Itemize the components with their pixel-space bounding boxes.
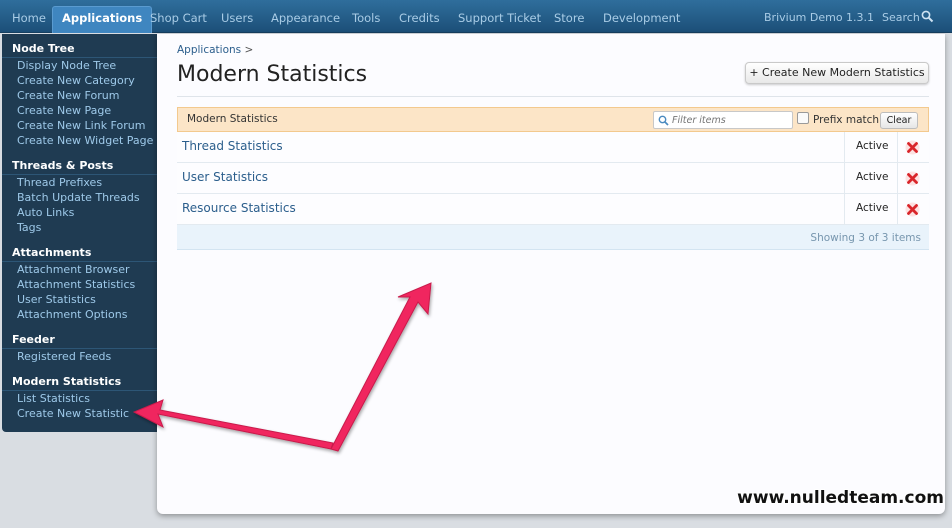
sidebar-link-registered-feeds[interactable]: Registered Feeds <box>2 349 158 364</box>
status-cell: Active <box>844 163 898 193</box>
sidebar-section-title: Attachments <box>2 245 158 262</box>
page-title: Modern Statistics <box>177 62 368 87</box>
nav-tab-applications[interactable]: Applications <box>52 6 153 33</box>
nav-tab-tools[interactable]: Tools <box>352 9 380 27</box>
delete-icon[interactable] <box>905 140 920 155</box>
title-divider <box>177 96 929 97</box>
nav-tab-shop-cart[interactable]: Shop Cart <box>150 9 207 27</box>
delete-icon[interactable] <box>905 171 920 186</box>
sidebar-section-threads-posts: Threads & Posts Thread Prefixes Batch Up… <box>2 158 158 235</box>
sidebar-link-attachment-browser[interactable]: Attachment Browser <box>2 262 158 277</box>
breadcrumb: Applications > <box>177 44 253 56</box>
sidebar-link-tags[interactable]: Tags <box>2 220 158 235</box>
sidebar-section-title: Node Tree <box>2 41 158 58</box>
statistics-list: Modern Statistics Prefix match Clear Thr… <box>177 107 929 250</box>
breadcrumb-applications[interactable]: Applications <box>177 44 241 56</box>
sidebar-link-auto-links[interactable]: Auto Links <box>2 205 158 220</box>
search-icon <box>658 115 669 126</box>
sidebar-link-create-new-category[interactable]: Create New Category <box>2 73 158 88</box>
sidebar-link-create-new-widget-page[interactable]: Create New Widget Page <box>2 133 158 148</box>
nav-tab-credits[interactable]: Credits <box>399 9 440 27</box>
sidebar-section-title: Feeder <box>2 332 158 349</box>
list-header-title: Modern Statistics <box>187 113 278 125</box>
delete-icon[interactable] <box>905 202 920 217</box>
list-item-resource-statistics[interactable]: Resource Statistics <box>182 201 296 215</box>
sidebar: Node Tree Display Node Tree Create New C… <box>2 34 158 432</box>
status-cell: Active <box>844 132 898 162</box>
sidebar-link-create-new-link-forum[interactable]: Create New Link Forum <box>2 118 158 133</box>
breadcrumb-separator: > <box>244 44 254 56</box>
sidebar-section-feeder: Feeder Registered Feeds <box>2 332 158 364</box>
sidebar-link-create-new-forum[interactable]: Create New Forum <box>2 88 158 103</box>
list-header: Modern Statistics Prefix match Clear <box>177 107 929 132</box>
sidebar-section-attachments: Attachments Attachment Browser Attachmen… <box>2 245 158 322</box>
list-item-thread-statistics[interactable]: Thread Statistics <box>182 139 283 153</box>
sidebar-section-node-tree: Node Tree Display Node Tree Create New C… <box>2 41 158 148</box>
sidebar-link-list-statistics[interactable]: List Statistics <box>2 391 158 406</box>
nav-tab-users[interactable]: Users <box>221 9 253 27</box>
content-panel: Applications > Modern Statistics + Creat… <box>157 34 945 514</box>
status-toggle[interactable]: Active <box>856 202 888 214</box>
nav-tab-home[interactable]: Home <box>12 9 46 27</box>
create-new-modern-statistics-button[interactable]: + Create New Modern Statistics <box>745 62 929 84</box>
top-navigation-bar: Home Applications Shop Cart Users Appear… <box>0 0 952 33</box>
nav-tab-appearance[interactable]: Appearance <box>271 9 340 27</box>
prefix-match-checkbox[interactable] <box>797 112 809 124</box>
status-toggle[interactable]: Active <box>856 140 888 152</box>
nav-tab-development[interactable]: Development <box>603 9 680 27</box>
sidebar-link-create-new-page[interactable]: Create New Page <box>2 103 158 118</box>
sidebar-section-modern-statistics: Modern Statistics List Statistics Create… <box>2 374 158 421</box>
nav-tab-support-ticket[interactable]: Support Ticket <box>458 9 541 27</box>
sidebar-link-batch-update-threads[interactable]: Batch Update Threads <box>2 190 158 205</box>
sidebar-link-user-statistics[interactable]: User Statistics <box>2 292 158 307</box>
status-cell: Active <box>844 194 898 224</box>
magnifier-icon <box>921 10 934 23</box>
item-count: Showing 3 of 3 items <box>810 232 921 244</box>
search-label: Search <box>882 11 920 24</box>
list-footer: Showing 3 of 3 items <box>177 225 929 250</box>
sidebar-section-title: Modern Statistics <box>2 374 158 391</box>
list-item: Resource Statistics Active <box>177 194 929 225</box>
list-item-user-statistics[interactable]: User Statistics <box>182 170 268 184</box>
prefix-match-label: Prefix match <box>813 114 880 126</box>
clear-filter-button[interactable]: Clear <box>880 112 918 129</box>
sidebar-link-attachment-statistics[interactable]: Attachment Statistics <box>2 277 158 292</box>
nav-tab-store[interactable]: Store <box>554 9 584 27</box>
sidebar-link-create-new-statistic[interactable]: Create New Statistic <box>2 406 158 421</box>
list-item: Thread Statistics Active <box>177 132 929 163</box>
sidebar-section-title: Threads & Posts <box>2 158 158 175</box>
sidebar-link-display-node-tree[interactable]: Display Node Tree <box>2 58 158 73</box>
search-link[interactable]: Search <box>882 9 934 27</box>
sidebar-link-attachment-options[interactable]: Attachment Options <box>2 307 158 322</box>
site-name: Brivium Demo 1.3.1 <box>764 11 875 24</box>
filter-items-input[interactable] <box>672 113 790 127</box>
list-item: User Statistics Active <box>177 163 929 194</box>
watermark: www.nulledteam.com <box>737 488 944 508</box>
filter-box[interactable] <box>653 111 793 129</box>
status-toggle[interactable]: Active <box>856 171 888 183</box>
sidebar-link-thread-prefixes[interactable]: Thread Prefixes <box>2 175 158 190</box>
